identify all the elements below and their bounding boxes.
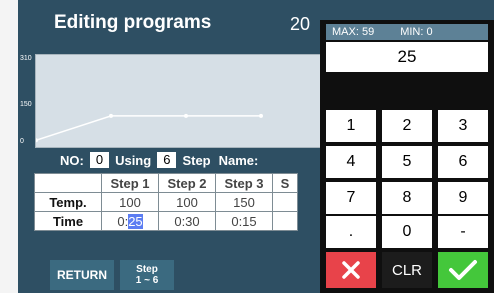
key-2[interactable]: 2 (382, 110, 432, 142)
y-tick-label: 0 (20, 138, 24, 145)
return-button[interactable]: RETURN (50, 260, 114, 290)
using-label: Using (115, 152, 152, 168)
step-range-bottom: 1 ~ 6 (135, 275, 159, 286)
column-header-step-3: Step 3 (215, 173, 273, 193)
program-info-row: NO: 0 Using 6 Step Name: (60, 151, 258, 169)
close-icon (342, 261, 360, 279)
time-step-4-cell[interactable] (272, 211, 298, 231)
year-fragment: 20 (290, 14, 311, 34)
key-decimal[interactable]: . (326, 216, 376, 248)
key-8[interactable]: 8 (382, 182, 432, 214)
left-bezel (0, 0, 19, 293)
column-header-step-1: Step 1 (101, 173, 159, 193)
key-4[interactable]: 4 (326, 146, 376, 178)
chart-svg (36, 113, 263, 143)
key-minus[interactable]: - (438, 216, 488, 248)
profile-point (184, 113, 188, 118)
temp-step-4-cell[interactable] (272, 192, 298, 212)
table-row-temp: Temp. 100 100 150 (34, 192, 298, 212)
y-tick-label: 150 (20, 101, 32, 108)
time-step-2-cell[interactable]: 0:30 (158, 211, 216, 231)
step-range-top: Step (136, 264, 158, 275)
time-step-3-cell[interactable]: 0:15 (215, 211, 273, 231)
time-hours-text: 0: (117, 213, 129, 229)
temperature-profile-line (36, 115, 261, 142)
page-title: Editing programs (54, 12, 212, 33)
step-table: Step 1 Step 2 Step 3 S Temp. 100 100 150… (34, 173, 298, 231)
clear-button[interactable]: CLR (382, 252, 432, 288)
time-minutes-selected-text: 25 (128, 213, 143, 229)
step-range-button[interactable]: Step 1 ~ 6 (120, 260, 174, 290)
table-header-row: Step 1 Step 2 Step 3 S (34, 173, 298, 193)
column-header-step-4: S (272, 173, 298, 193)
key-7[interactable]: 7 (326, 182, 376, 214)
key-5[interactable]: 5 (382, 146, 432, 178)
profile-point (109, 113, 113, 118)
temp-step-2-cell[interactable]: 100 (158, 192, 216, 212)
confirm-button[interactable] (438, 252, 488, 288)
checkmark-icon (449, 260, 477, 280)
row-label-time: Time (34, 211, 102, 231)
using-steps-field[interactable]: 6 (157, 152, 177, 168)
max-label: MAX: 59 (332, 26, 375, 38)
time-step-1-cell[interactable]: 0:25 (101, 211, 159, 231)
table-corner (34, 173, 102, 193)
keypad-display: 25 (326, 42, 488, 72)
row-label-temp: Temp. (34, 192, 102, 212)
key-9[interactable]: 9 (438, 182, 488, 214)
profile-point (36, 138, 38, 143)
key-6[interactable]: 6 (438, 146, 488, 178)
key-3[interactable]: 3 (438, 110, 488, 142)
min-label: MIN: 0 (400, 26, 433, 38)
program-no-field[interactable]: 0 (89, 152, 110, 168)
program-chart (35, 54, 327, 148)
name-label: Name: (218, 152, 259, 168)
time-step-1-value: 0:25 (117, 213, 143, 229)
key-0[interactable]: 0 (382, 216, 432, 248)
no-label: NO: (60, 152, 84, 168)
table-row-time: Time 0:25 0:30 0:15 (34, 211, 298, 231)
cancel-button[interactable] (326, 252, 376, 288)
y-tick-label: 310 (20, 55, 32, 62)
temp-step-3-cell[interactable]: 150 (215, 192, 273, 212)
profile-point (259, 113, 263, 118)
column-header-step-2: Step 2 (158, 173, 216, 193)
key-1[interactable]: 1 (326, 110, 376, 142)
range-bar: MAX: 59 MIN: 0 (326, 24, 488, 40)
numeric-keypad: MAX: 59 MIN: 0 25 1 2 3 4 5 6 7 8 9 . 0 … (320, 20, 494, 293)
temp-step-1-cell[interactable]: 100 (101, 192, 159, 212)
step-label: Step (182, 152, 211, 168)
